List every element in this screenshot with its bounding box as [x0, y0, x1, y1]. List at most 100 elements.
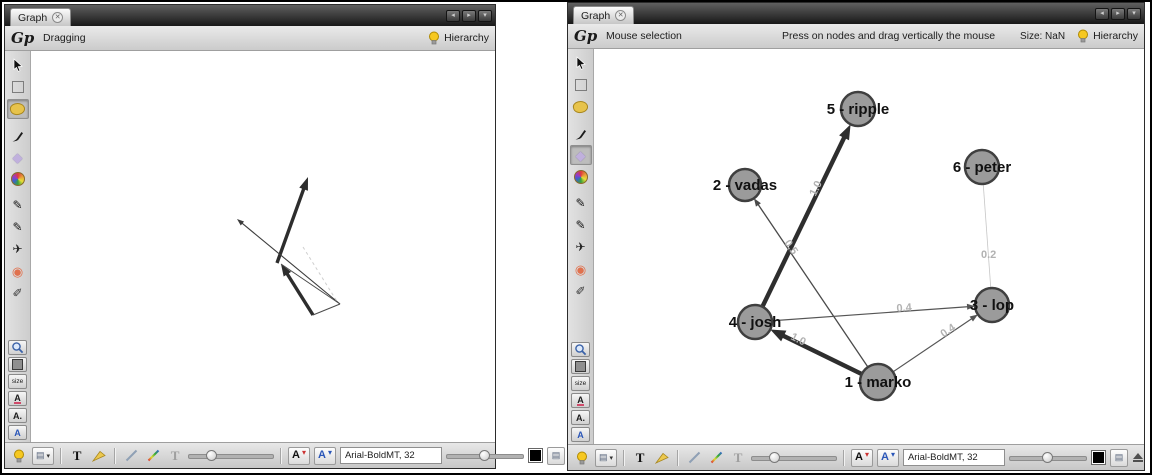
edge-rainbow-mode-button[interactable]: [707, 449, 725, 467]
diamond-icon: ◆: [576, 149, 586, 162]
slider-track: [751, 456, 837, 461]
edge-arrowhead-icon: [770, 329, 786, 341]
attributes-button[interactable]: ▤: [1110, 449, 1128, 467]
edge-color-mode-button[interactable]: [685, 449, 703, 467]
t-glyph: T: [73, 448, 82, 464]
hierarchy-toggle[interactable]: Hierarchy: [428, 31, 489, 45]
graph-edge: [755, 136, 845, 322]
slider-thumb[interactable]: [1042, 452, 1053, 463]
rectangle-selection-tool[interactable]: [570, 75, 592, 95]
brush-color-tool[interactable]: [570, 167, 592, 187]
background-color-button[interactable]: [8, 357, 27, 372]
hierarchy-label: Hierarchy: [444, 32, 489, 44]
drag-tool[interactable]: [570, 97, 592, 117]
color-mark-icon: ▾: [302, 449, 306, 457]
reset-label-colors-button[interactable]: A: [571, 393, 590, 408]
edit-tool[interactable]: ✐: [7, 283, 29, 303]
label-scale-slider[interactable]: [1009, 451, 1087, 464]
edit-tool[interactable]: ✐: [570, 281, 592, 301]
reset-sizes-button[interactable]: size: [571, 376, 590, 391]
drag-hand-icon: [9, 102, 26, 117]
reset-label-size-button[interactable]: A.: [8, 408, 27, 423]
edge-color-mode-button[interactable]: [122, 447, 140, 465]
show-edges-button[interactable]: [90, 447, 108, 465]
attributes-button[interactable]: ▤: [547, 447, 565, 465]
show-edges-button[interactable]: [653, 449, 671, 467]
tab-menu-button[interactable]: ▾: [1127, 8, 1141, 20]
show-edge-labels-button[interactable]: T: [729, 449, 747, 467]
graph-canvas[interactable]: [31, 51, 495, 442]
graph-edge-label: 0.4: [938, 321, 958, 340]
edge-arrowhead-icon: [839, 124, 850, 140]
scroll-tabs-left-button[interactable]: ◂: [1095, 8, 1109, 20]
reset-label-colors-button[interactable]: A: [8, 391, 27, 406]
edge-scale-slider[interactable]: [751, 451, 837, 464]
reset-label-visibility-button[interactable]: A: [8, 425, 27, 440]
slider-thumb[interactable]: [479, 450, 490, 461]
drag-tool[interactable]: [7, 99, 29, 119]
edge-rainbow-mode-button[interactable]: [144, 447, 162, 465]
lightbulb-icon: [1077, 29, 1089, 43]
edge-scale-slider[interactable]: [188, 449, 274, 462]
chevron-down-icon: ▾: [47, 452, 51, 460]
hierarchy-toggle[interactable]: Hierarchy: [1077, 29, 1138, 43]
reset-sizes-button[interactable]: size: [8, 374, 27, 389]
scroll-tabs-right-button[interactable]: ▸: [1111, 8, 1125, 20]
heat-map-tool[interactable]: ◉: [7, 261, 29, 281]
graph-canvas[interactable]: 1.00.51.00.40.40.25 - ripple2 - vadas6 -…: [594, 49, 1144, 444]
font-field[interactable]: Arial-BoldMT, 32: [340, 447, 442, 464]
center-graph-button[interactable]: [571, 342, 590, 357]
show-node-labels-button[interactable]: T: [631, 449, 649, 467]
slider-thumb[interactable]: [769, 452, 780, 463]
reset-label-size-button[interactable]: A.: [571, 410, 590, 425]
edge-arrowhead-icon: [970, 315, 978, 322]
node-label-color-button[interactable]: A▾: [851, 449, 873, 467]
scroll-tabs-right-button[interactable]: ▸: [462, 10, 476, 22]
edge-display-dropdown[interactable]: ▤▾: [32, 447, 54, 465]
heat-map-tool[interactable]: ◉: [570, 259, 592, 279]
background-light-button[interactable]: [573, 449, 591, 467]
edge-pencil-tool[interactable]: ✎: [570, 215, 592, 235]
tab-graph[interactable]: Graph ✕: [10, 8, 71, 26]
label-color-swatch[interactable]: [1091, 450, 1106, 465]
window-main: ◆ ✎ ✎ ✈ ◉ ✐ size A A. A 1.00.51.00.40.40…: [568, 49, 1144, 444]
brush-color-tool[interactable]: [7, 169, 29, 189]
node-label-size-button[interactable]: A▾: [877, 449, 899, 467]
rainbow-circle-icon: [11, 172, 25, 186]
background-color-button[interactable]: [571, 359, 590, 374]
slider-thumb[interactable]: [206, 450, 217, 461]
node-label-size-button[interactable]: A▾: [314, 447, 336, 465]
painter-tool[interactable]: [7, 125, 29, 145]
painter-tool[interactable]: [570, 123, 592, 143]
font-field[interactable]: Arial-BoldMT, 32: [903, 449, 1005, 466]
edge-pencil-tool[interactable]: ✎: [7, 217, 29, 237]
graph-window-right: Graph ✕ ◂ ▸ ▾ Gp Mouse selection Press o…: [567, 2, 1145, 471]
background-light-button[interactable]: [10, 447, 28, 465]
show-node-labels-button[interactable]: T: [68, 447, 86, 465]
canvas-quick-buttons: size A A. A: [571, 342, 590, 442]
direct-selection-tool[interactable]: [570, 53, 592, 73]
pencil-icon: ✎: [12, 199, 22, 211]
eject-icon[interactable]: [1132, 453, 1144, 462]
node-label-color-button[interactable]: A▾: [288, 447, 310, 465]
reset-label-visibility-button[interactable]: A: [571, 427, 590, 442]
node-pencil-tool[interactable]: ✎: [570, 193, 592, 213]
shortest-path-tool[interactable]: ✈: [570, 237, 592, 257]
edge-display-dropdown[interactable]: ▤▾: [595, 449, 617, 467]
sizer-tool[interactable]: ◆: [570, 145, 592, 165]
direct-selection-tool[interactable]: [7, 55, 29, 75]
show-edge-labels-button[interactable]: T: [166, 447, 184, 465]
label-color-swatch[interactable]: [528, 448, 543, 463]
tab-close-icon[interactable]: ✕: [52, 12, 63, 23]
rectangle-selection-tool[interactable]: [7, 77, 29, 97]
tab-close-icon[interactable]: ✕: [615, 10, 626, 21]
center-graph-button[interactable]: [8, 340, 27, 355]
node-pencil-tool[interactable]: ✎: [7, 195, 29, 215]
tab-graph[interactable]: Graph ✕: [573, 6, 634, 24]
shortest-path-tool[interactable]: ✈: [7, 239, 29, 259]
label-scale-slider[interactable]: [446, 449, 524, 462]
scroll-tabs-left-button[interactable]: ◂: [446, 10, 460, 22]
sizer-tool[interactable]: ◆: [7, 147, 29, 167]
tool-status-text: Mouse selection: [606, 30, 724, 42]
tab-menu-button[interactable]: ▾: [478, 10, 492, 22]
